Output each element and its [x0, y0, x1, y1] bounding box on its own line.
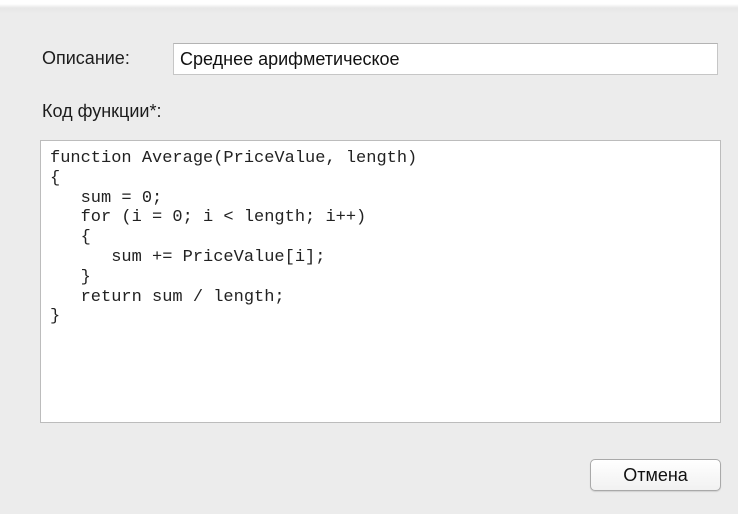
function-code-editor[interactable]: function Average(PriceValue, length) { s… — [40, 140, 721, 423]
function-editor-dialog: Описание: Код функции*: function Average… — [0, 0, 738, 514]
description-input[interactable] — [173, 43, 718, 75]
dialog-top-edge — [0, 0, 738, 14]
function-code-label: Код функции*: — [42, 101, 162, 121]
cancel-button[interactable]: Отмена — [590, 459, 721, 491]
description-label: Описание: — [42, 48, 130, 68]
